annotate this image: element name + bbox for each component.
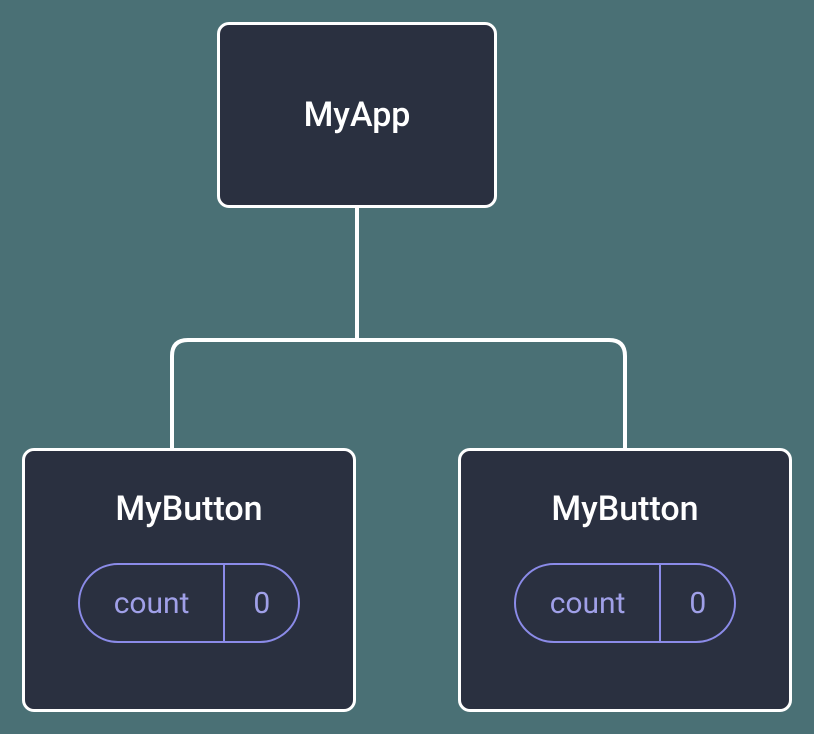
state-value: 0: [661, 565, 734, 641]
state-value: 0: [225, 565, 298, 641]
child-node-mybutton-right: MyButton count 0: [458, 448, 792, 712]
state-pill: count 0: [514, 563, 737, 643]
child-node-mybutton-left: MyButton count 0: [22, 448, 356, 712]
child-node-label: MyButton: [115, 489, 262, 529]
state-pill: count 0: [78, 563, 301, 643]
root-node-label: MyApp: [304, 95, 411, 135]
root-node-myapp: MyApp: [217, 22, 497, 208]
state-name: count: [516, 565, 662, 641]
child-node-label: MyButton: [551, 489, 698, 529]
state-name: count: [80, 565, 226, 641]
